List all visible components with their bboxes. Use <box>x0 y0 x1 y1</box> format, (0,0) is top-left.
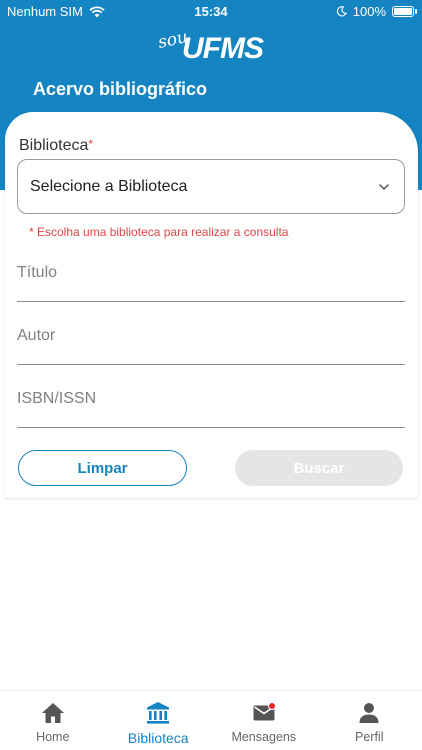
isbn-field <box>17 388 405 428</box>
required-mark: * <box>88 137 94 151</box>
title-field <box>17 262 405 302</box>
page-title: Acervo bibliográfico <box>33 79 208 99</box>
library-select[interactable]: Selecione a Biblioteca <box>17 159 405 214</box>
tab-library-label: Biblioteca <box>127 730 189 746</box>
chevron-down-icon <box>379 183 389 190</box>
mail-icon-wrap <box>251 700 277 726</box>
library-label: Biblioteca* <box>19 137 93 155</box>
person-icon <box>359 703 379 723</box>
author-input[interactable] <box>17 325 405 345</box>
notification-badge <box>267 702 276 710</box>
search-button[interactable]: Buscar <box>235 450 403 486</box>
moon-icon <box>336 6 347 17</box>
tab-home-label: Home <box>36 730 70 744</box>
author-field <box>17 325 405 365</box>
logo-ufms-text: UFMS <box>182 32 264 65</box>
title-input[interactable] <box>17 262 405 282</box>
battery-icon <box>392 6 417 17</box>
library-select-value: Selecione a Biblioteca <box>30 177 188 195</box>
battery-percent: 100% <box>352 4 386 19</box>
library-icon <box>147 702 170 724</box>
library-label-text: Biblioteca <box>19 137 89 154</box>
tab-library[interactable]: Biblioteca <box>106 691 212 750</box>
bottom-tab-bar: Home Biblioteca Mensagens Perfil <box>0 690 422 750</box>
status-bar: Nenhum SIM 15:34 100% <box>0 0 422 24</box>
tab-profile-label: Perfil <box>355 730 384 744</box>
tab-profile[interactable]: Perfil <box>317 691 422 750</box>
home-icon <box>41 703 64 723</box>
tab-home[interactable]: Home <box>0 691 106 750</box>
sou-ufms-logo: sou UFMS <box>156 27 268 68</box>
clear-button[interactable]: Limpar <box>18 450 187 486</box>
status-right: 100% <box>336 4 417 19</box>
tab-messages[interactable]: Mensagens <box>211 691 317 750</box>
library-error-message: * Escolha uma biblioteca para realizar a… <box>29 225 289 239</box>
tab-messages-label: Mensagens <box>231 730 297 744</box>
isbn-input[interactable] <box>17 388 405 408</box>
